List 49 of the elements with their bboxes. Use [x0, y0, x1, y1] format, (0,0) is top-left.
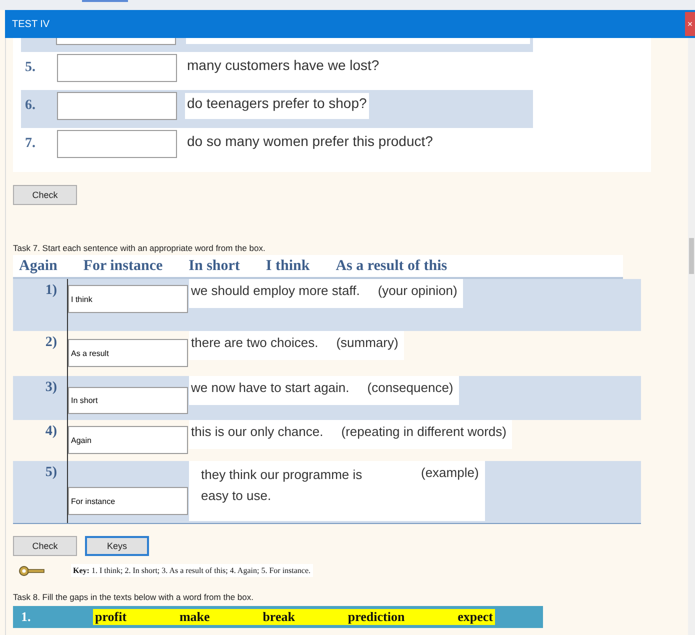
word-option: prediction	[348, 609, 405, 625]
word-option: Again	[19, 258, 58, 274]
answer-field[interactable]	[57, 54, 177, 82]
word-option: break	[262, 609, 295, 625]
sentence-text: there are two choices.	[191, 335, 318, 350]
answer-key-text: Key: 1. I think; 2. In short; 3. As a result of this; 4. Again; 5. For instance.	[71, 564, 313, 577]
hint-text: (example)	[421, 465, 479, 482]
item-number: 7.	[24, 136, 36, 152]
word-option: profit	[95, 609, 127, 625]
hint-text: (consequence)	[367, 380, 454, 395]
word-option: expect	[458, 609, 493, 625]
answer-field[interactable]: For instance	[68, 487, 188, 515]
item-number: 6.	[24, 98, 36, 114]
scroll-thumb[interactable]	[689, 238, 694, 274]
item-number: 2)	[44, 335, 57, 351]
answer-field[interactable]	[56, 38, 176, 45]
sentence-text: do teenagers prefer to shop?	[185, 93, 369, 119]
word-option: make	[179, 609, 210, 625]
answer-field[interactable]	[57, 92, 177, 120]
task-instruction: Task 7. Start each sentence with an appropriate word from the box.	[13, 243, 266, 253]
answer-field[interactable]	[57, 130, 177, 158]
check-button[interactable]: Check	[13, 536, 77, 556]
sentence-text: they think our programme is easy to use.	[201, 466, 364, 505]
word-option: As a result of this	[336, 258, 448, 274]
sentence-text: this is our only chance.	[191, 424, 324, 439]
keys-button[interactable]: Keys	[85, 536, 149, 556]
item-number: 5)	[44, 465, 57, 481]
item-number: 1.	[21, 609, 32, 625]
key-icon	[19, 564, 45, 576]
close-button[interactable]: ×	[685, 12, 695, 36]
answer-field[interactable]: In short	[68, 387, 188, 414]
task-instruction: Task 8. Fill the gaps in the texts below with a word from the box.	[13, 592, 254, 602]
item-number: 1)	[44, 283, 57, 299]
word-option: For instance	[83, 258, 163, 274]
hint-text: (repeating in different words)	[341, 424, 506, 439]
answer-field[interactable]: Again	[68, 426, 188, 454]
item-number: 5.	[24, 60, 36, 76]
item-number: 4)	[44, 424, 57, 440]
window-title: TEST IV	[12, 18, 50, 30]
hint-text: (your opinion)	[378, 283, 458, 298]
item-number: 3)	[44, 380, 57, 396]
check-button[interactable]: Check	[13, 185, 77, 205]
answer-field[interactable]: I think	[68, 285, 188, 313]
word-option: I think	[266, 258, 310, 274]
sentence-text: we should employ more staff.	[191, 283, 360, 298]
word-option: In short	[188, 258, 240, 274]
sentence-text: we now have to start again.	[191, 380, 350, 395]
hint-text: (summary)	[336, 335, 398, 350]
answer-field[interactable]: As a result	[68, 339, 188, 367]
